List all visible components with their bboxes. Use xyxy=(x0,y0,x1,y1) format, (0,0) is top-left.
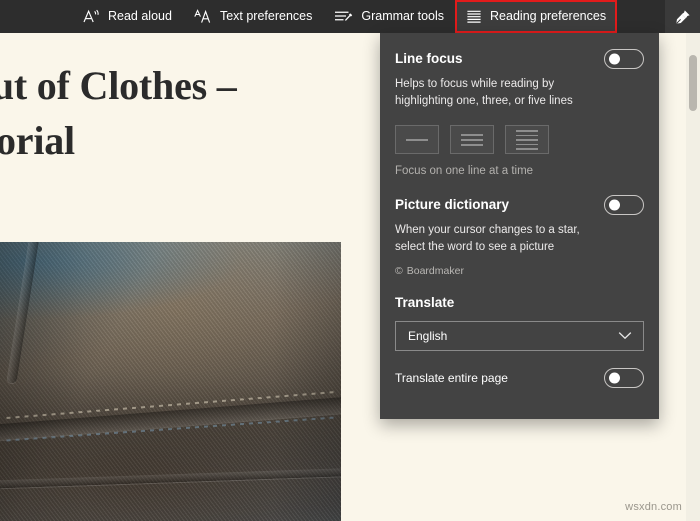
toggle-knob xyxy=(609,199,620,211)
page-scrollbar[interactable] xyxy=(686,33,700,521)
grammar-tools-icon xyxy=(334,9,353,24)
line-focus-section: Line focus xyxy=(395,49,644,69)
line-focus-title: Line focus xyxy=(395,51,463,66)
focus-line xyxy=(516,139,538,141)
translate-entire-page-row: Translate entire page xyxy=(395,367,644,388)
focus-line xyxy=(461,138,483,141)
toolbar-item-read-aloud[interactable]: Read aloud xyxy=(72,0,183,33)
toolbar-item-label: Reading preferences xyxy=(490,9,607,24)
focus-line xyxy=(516,134,538,137)
toolbar-item-label: Read aloud xyxy=(108,9,172,24)
picture-dictionary-toggle[interactable] xyxy=(604,195,644,216)
picture-dictionary-section: Picture dictionary xyxy=(395,195,644,216)
line-focus-option-five-lines[interactable] xyxy=(505,125,549,155)
toolbar-item-label: Grammar tools xyxy=(361,9,445,24)
translate-entire-page-label: Translate entire page xyxy=(395,370,508,385)
translate-language-select[interactable]: English xyxy=(395,320,644,351)
reading-preferences-panel: Line focus Helps to focus while reading … xyxy=(380,33,659,419)
translate-language-value: English xyxy=(408,328,448,343)
line-focus-options xyxy=(395,125,644,155)
line-focus-option-one-line[interactable] xyxy=(395,125,439,155)
focus-line xyxy=(516,143,538,146)
focus-line xyxy=(406,138,428,141)
picture-dictionary-description: When your cursor changes to a star, sele… xyxy=(395,224,580,254)
reading-preferences-icon xyxy=(466,9,482,24)
toolbar-left-spacer xyxy=(0,16,72,17)
line-focus-toggle[interactable] xyxy=(604,49,644,69)
toggle-knob xyxy=(609,372,620,384)
focus-line xyxy=(461,143,483,146)
toolbar-item-grammar-tools[interactable]: Grammar tools xyxy=(323,0,455,33)
focus-line xyxy=(516,148,538,150)
line-focus-caption: Focus on one line at a time xyxy=(395,165,534,178)
copyright-icon: © xyxy=(395,264,403,277)
page-title: t Out of Clothes – Tutorial xyxy=(0,63,237,164)
pin-icon xyxy=(675,9,691,25)
line-focus-description: Helps to focus while reading by highligh… xyxy=(395,78,573,107)
watermark: wsxdn.com xyxy=(625,501,682,513)
toolbar-item-reading-preferences[interactable]: Reading preferences xyxy=(455,0,618,33)
attribution-label: Boardmaker xyxy=(406,264,464,277)
hero-shading xyxy=(0,242,341,521)
toolbar-item-label: Text preferences xyxy=(219,9,313,24)
focus-line xyxy=(461,133,483,136)
chevron-down-icon xyxy=(618,331,632,340)
toolbar-item-text-preferences[interactable]: Text preferences xyxy=(183,0,323,33)
focus-line xyxy=(516,130,538,132)
read-aloud-icon xyxy=(83,9,100,24)
picture-dictionary-attribution: © Boardmaker xyxy=(395,265,644,277)
line-focus-option-three-lines[interactable] xyxy=(450,125,494,155)
picture-dictionary-title: Picture dictionary xyxy=(395,197,510,213)
toggle-knob xyxy=(609,53,620,65)
translate-title: Translate xyxy=(395,294,455,310)
article: t Out of Clothes – Tutorial xyxy=(0,33,346,168)
hero-image xyxy=(0,242,341,521)
text-preferences-icon xyxy=(194,9,212,24)
immersive-reader-toolbar: Read aloud Text preferences Grammar tool… xyxy=(0,0,700,33)
page-scrollbar-thumb[interactable] xyxy=(689,55,697,111)
pin-button[interactable] xyxy=(665,0,700,33)
translate-entire-page-toggle[interactable] xyxy=(604,367,644,388)
